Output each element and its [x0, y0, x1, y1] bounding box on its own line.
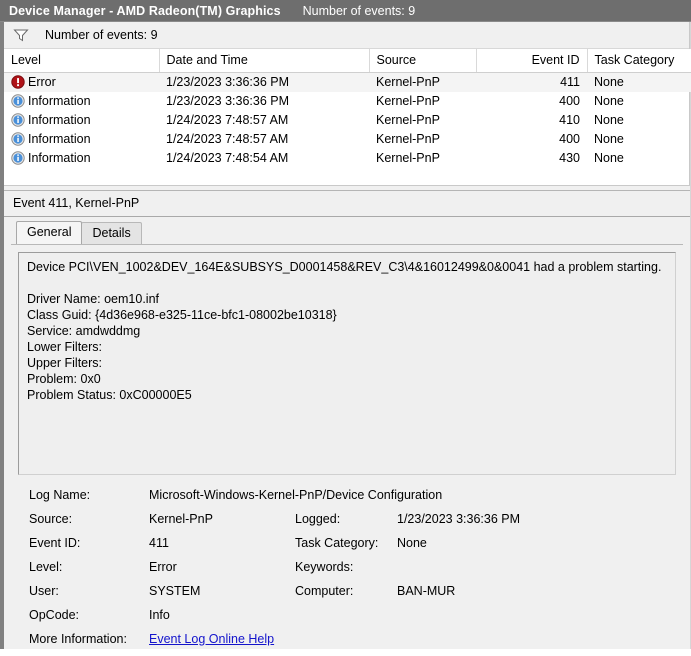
- cell-source: Kernel-PnP: [376, 132, 440, 146]
- info-row-log-name: Log Name: Microsoft-Windows-Kernel-PnP/D…: [29, 488, 676, 512]
- event-details-pane: Event 411, Kernel-PnP General Details De…: [4, 190, 690, 646]
- label-task-category: Task Category:: [295, 536, 379, 550]
- value-more-information: Event Log Online Help: [149, 632, 676, 646]
- column-header-date-and-time[interactable]: Date and Time: [159, 49, 370, 73]
- cell-level: Information: [4, 111, 159, 130]
- information-icon: [11, 94, 25, 108]
- label-more-information: More Information:: [29, 632, 127, 646]
- event-list-pane: Number of events: 9 Level Date and Time …: [4, 22, 691, 186]
- label-event-id: Event ID:: [29, 536, 81, 550]
- table-row[interactable]: Information 1/24/2023 7:48:54 AM Kernel-…: [4, 149, 691, 168]
- information-icon: [11, 113, 25, 127]
- value-source: Kernel-PnP: [149, 512, 213, 526]
- value-task-category: None: [397, 536, 427, 550]
- cell-event-id: 400: [559, 132, 580, 146]
- cell-date-and-time: 1/24/2023 7:48:57 AM: [166, 132, 289, 146]
- filter-funnel-icon[interactable]: [13, 28, 29, 42]
- cell-task-category: None: [594, 151, 624, 165]
- cell-date-and-time: 1/23/2023 3:36:36 PM: [166, 94, 290, 108]
- cell-task-category: None: [594, 94, 624, 108]
- cell-task-category: None: [587, 72, 691, 92]
- info-row-user-computer: User: SYSTEM Computer: BAN-MUR: [29, 584, 676, 608]
- window-title: Device Manager - AMD Radeon(TM) Graphics: [9, 3, 281, 18]
- cell-level: Information: [4, 130, 159, 149]
- details-tabstrip: General Details: [4, 221, 690, 244]
- cell-event-id: 430: [559, 151, 580, 165]
- window-body: Number of events: 9 Level Date and Time …: [0, 22, 691, 649]
- cell-level-text: Information: [28, 113, 91, 127]
- tab-panel-general: Device PCI\VEN_1002&DEV_164E&SUBSYS_D000…: [11, 244, 683, 646]
- events-table-header-row: Level Date and Time Source Event ID Task…: [4, 49, 691, 73]
- cell-level-text: Information: [28, 132, 91, 146]
- cell-source: Kernel-PnP: [369, 72, 476, 92]
- table-row[interactable]: Information 1/24/2023 7:48:57 AM Kernel-…: [4, 130, 691, 149]
- label-level: Level:: [29, 560, 63, 574]
- cell-task-category: None: [594, 113, 624, 127]
- value-computer: BAN-MUR: [397, 584, 456, 598]
- value-logged: 1/23/2023 3:36:36 PM: [397, 512, 521, 526]
- label-log-name: Log Name:: [29, 488, 91, 502]
- table-row[interactable]: Error 1/23/2023 3:36:36 PM Kernel-PnP 41…: [4, 72, 691, 92]
- label-logged: Logged:: [295, 512, 341, 526]
- event-info-grid: Log Name: Microsoft-Windows-Kernel-PnP/D…: [18, 488, 676, 656]
- window-title-bar: Device Manager - AMD Radeon(TM) Graphics…: [0, 0, 691, 22]
- info-row-opcode: OpCode: Info: [29, 608, 676, 632]
- window-title-event-count: Number of events: 9: [302, 3, 416, 18]
- information-icon: [11, 132, 25, 146]
- cell-event-id: 411: [476, 72, 587, 92]
- label-opcode: OpCode:: [29, 608, 80, 622]
- information-icon: [11, 151, 25, 165]
- cell-source: Kernel-PnP: [376, 151, 440, 165]
- cell-task-category: None: [594, 132, 624, 146]
- label-user: User:: [29, 584, 59, 598]
- label-source: Source:: [29, 512, 73, 526]
- cell-event-id: 410: [559, 113, 580, 127]
- value-opcode: Info: [149, 608, 170, 622]
- cell-source: Kernel-PnP: [376, 113, 440, 127]
- label-keywords: Keywords:: [295, 560, 354, 574]
- cell-level: Information: [4, 149, 159, 168]
- event-details-header: Event 411, Kernel-PnP: [4, 191, 690, 217]
- cell-date-and-time: 1/24/2023 7:48:57 AM: [166, 113, 289, 127]
- info-row-source-logged: Source: Kernel-PnP Logged: 1/23/2023 3:3…: [29, 512, 676, 536]
- cell-date-and-time: 1/24/2023 7:48:54 AM: [166, 151, 289, 165]
- column-header-source[interactable]: Source: [369, 49, 477, 73]
- event-log-online-help-link[interactable]: Event Log Online Help: [149, 632, 274, 646]
- value-user: SYSTEM: [149, 584, 201, 598]
- tab-details[interactable]: Details: [81, 222, 142, 244]
- table-row[interactable]: Information 1/24/2023 7:48:57 AM Kernel-…: [4, 111, 691, 130]
- table-row[interactable]: Information 1/23/2023 3:36:36 PM Kernel-…: [4, 92, 691, 111]
- column-header-task-category[interactable]: Task Category: [587, 49, 691, 73]
- events-table-body: Error 1/23/2023 3:36:36 PM Kernel-PnP 41…: [4, 72, 691, 168]
- info-row-more-information: More Information: Event Log Online Help: [29, 632, 676, 656]
- cell-level-text: Information: [28, 94, 91, 108]
- cell-level: Information: [4, 92, 159, 111]
- value-event-id: 411: [149, 536, 169, 550]
- tab-general[interactable]: General: [16, 221, 83, 244]
- cell-level-text: Information: [28, 151, 91, 165]
- info-row-level-keywords: Level: Error Keywords:: [29, 560, 676, 584]
- filter-event-count-label: Number of events: 9: [45, 28, 158, 42]
- event-description-box[interactable]: Device PCI\VEN_1002&DEV_164E&SUBSYS_D000…: [18, 252, 676, 475]
- value-level: Error: [149, 560, 177, 574]
- error-icon: [11, 75, 25, 89]
- cell-event-id: 400: [559, 94, 580, 108]
- cell-source: Kernel-PnP: [376, 94, 440, 108]
- filter-bar: Number of events: 9: [4, 22, 689, 49]
- label-computer: Computer:: [295, 584, 354, 598]
- column-header-event-id[interactable]: Event ID: [476, 49, 588, 73]
- value-log-name: Microsoft-Windows-Kernel-PnP/Device Conf…: [149, 488, 443, 502]
- cell-date-and-time: 1/23/2023 3:36:36 PM: [159, 72, 369, 92]
- column-header-level[interactable]: Level: [4, 49, 160, 73]
- info-row-event-id-task-category: Event ID: 411 Task Category: None: [29, 536, 676, 560]
- events-table: Level Date and Time Source Event ID Task…: [4, 49, 691, 168]
- cell-level: Error: [4, 72, 159, 92]
- cell-level-text: Error: [28, 75, 56, 90]
